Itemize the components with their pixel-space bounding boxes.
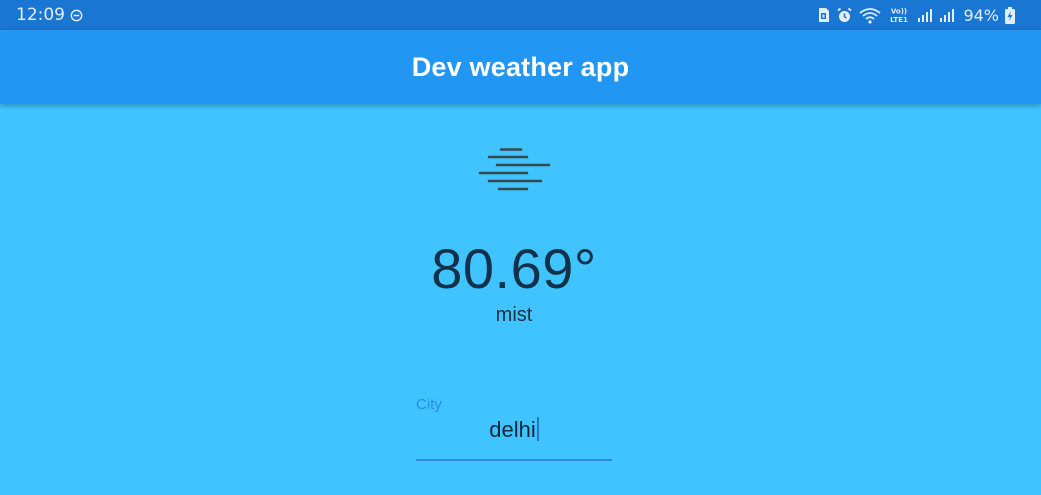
app-title: Dev weather app (411, 52, 630, 82)
sim-icon (819, 8, 830, 22)
do-not-disturb-icon (70, 9, 83, 22)
city-input-underline (416, 459, 612, 461)
svg-text:LTE1: LTE1 (891, 16, 909, 24)
mist-icon (478, 148, 551, 191)
svg-text:Vo)): Vo)) (891, 8, 907, 16)
signal-icon (918, 9, 933, 22)
city-input-field[interactable]: City delhi (416, 396, 612, 464)
battery-percentage: 94% (963, 5, 999, 25)
status-bar: 12:09 Vo)) LTE1 94% (0, 0, 1041, 30)
weather-screen: 12:09 Vo)) LTE1 94% Dev weather app 80.6… (0, 0, 1041, 495)
app-bar: Dev weather app (0, 30, 1041, 104)
alarm-icon (837, 7, 852, 22)
wifi-icon (859, 7, 881, 24)
battery-charging-icon (1005, 6, 1015, 24)
status-time: 12:09 (16, 5, 65, 25)
status-icons: Vo)) LTE1 94% (817, 5, 1015, 25)
city-input-value[interactable]: delhi (489, 417, 535, 442)
city-input[interactable]: delhi (416, 417, 612, 443)
weather-condition: mist (495, 304, 533, 326)
text-cursor (536, 417, 539, 441)
city-input-label: City (416, 396, 442, 413)
temperature-reading: 80.69° (431, 237, 597, 300)
signal-icon-2 (940, 9, 955, 22)
volte-icon: Vo)) LTE1 (891, 8, 909, 25)
